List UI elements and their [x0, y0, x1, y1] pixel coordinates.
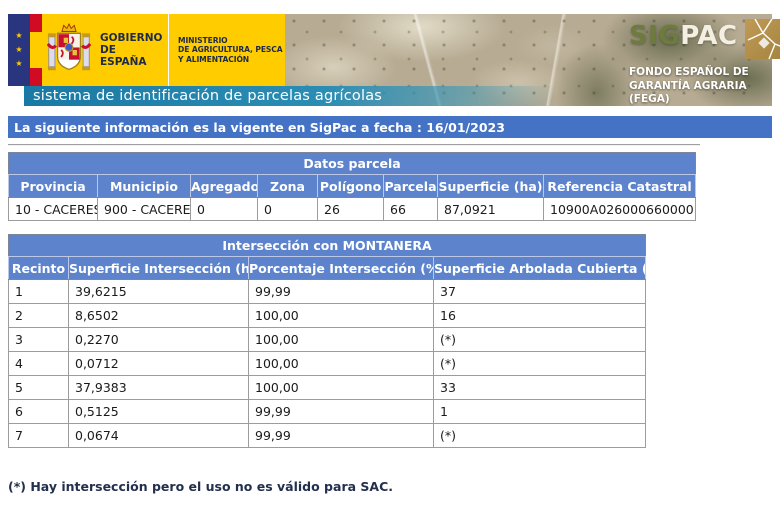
cell: 10900A026000660000ML	[544, 198, 696, 221]
cell: 16	[434, 304, 646, 328]
tagline-bar: sistema de identificación de parcelas ag…	[24, 86, 572, 106]
table-row: 40,0712100,00(*)	[9, 352, 646, 376]
column-header: Superficie (ha)	[438, 175, 544, 198]
cell: 4	[9, 352, 69, 376]
ministerio-label: MINISTERIO DE AGRICULTURA, PESCA Y ALIME…	[169, 36, 283, 65]
cell: 99,99	[249, 280, 434, 304]
table-row: 60,512599,991	[9, 400, 646, 424]
table-row: 28,6502100,0016	[9, 304, 646, 328]
table-title: Datos parcela	[9, 153, 696, 175]
table-row: 30,2270100,00(*)	[9, 328, 646, 352]
cell: 1	[9, 280, 69, 304]
column-header: Porcentaje Intersección (%)	[249, 257, 434, 280]
column-header: Agregado	[191, 175, 258, 198]
spain-flag	[30, 14, 42, 86]
cell: 0,5125	[69, 400, 249, 424]
cell: 100,00	[249, 352, 434, 376]
cell: 100,00	[249, 376, 434, 400]
cell: 37,9383	[69, 376, 249, 400]
cell: 0	[191, 198, 258, 221]
table-body: 139,621599,993728,6502100,001630,2270100…	[9, 280, 646, 448]
column-header: Recinto	[9, 257, 69, 280]
interseccion-montanera-table: Intersección con MONTANERA RecintoSuperf…	[8, 234, 646, 448]
column-header: Parcela	[384, 175, 438, 198]
spain-coat-of-arms-icon	[47, 22, 91, 78]
cell: 6	[9, 400, 69, 424]
datos-parcela-table: Datos parcela ProvinciaMunicipioAgregado…	[8, 152, 696, 221]
cell: 10 - CACERES	[9, 198, 98, 221]
government-identity-block: ★ ★ ★	[8, 14, 285, 86]
table-row: 139,621599,9937	[9, 280, 646, 304]
cell: 87,0921	[438, 198, 544, 221]
column-header: Superficie Intersección (ha)	[69, 257, 249, 280]
cell: (*)	[434, 328, 646, 352]
ministry-banner: GOBIERNO DE ESPAÑA MINISTERIO DE AGRICUL…	[42, 14, 285, 86]
cell: 39,6215	[69, 280, 249, 304]
eu-flag: ★ ★ ★	[8, 14, 30, 86]
column-header: Polígono	[318, 175, 384, 198]
sigpac-parcel-icon	[745, 19, 780, 59]
cell: (*)	[434, 424, 646, 448]
cell: 900 - CACERES	[98, 198, 191, 221]
info-bar: La siguiente información es la vigente e…	[8, 116, 772, 138]
table-row: 70,067499,99(*)	[9, 424, 646, 448]
cell: 0,0674	[69, 424, 249, 448]
table-row: 537,9383100,0033	[9, 376, 646, 400]
column-header: Superficie Arbolada Cubierta (%)	[434, 257, 646, 280]
tagline-text: sistema de identificación de parcelas ag…	[24, 88, 382, 104]
column-header-row: ProvinciaMunicipioAgregadoZonaPolígonoPa…	[9, 175, 696, 198]
eu-star-icon: ★	[15, 60, 22, 68]
cell: 8,6502	[69, 304, 249, 328]
eu-star-icon: ★	[15, 32, 22, 40]
cell: 99,99	[249, 400, 434, 424]
gobierno-label: GOBIERNO DE ESPAÑA	[100, 32, 162, 68]
cell: 99,99	[249, 424, 434, 448]
cell: 1	[434, 400, 646, 424]
cell: (*)	[434, 352, 646, 376]
eu-star-icon: ★	[15, 46, 22, 54]
column-header-row: RecintoSuperficie Intersección (ha)Porce…	[9, 257, 646, 280]
cell: 0,0712	[69, 352, 249, 376]
cell: 66	[384, 198, 438, 221]
table-body: 10 - CACERES900 - CACERES00266687,092110…	[9, 198, 696, 221]
sigpac-wordmark: SIGPAC	[629, 21, 738, 51]
cell: 33	[434, 376, 646, 400]
fega-label: FONDO ESPAÑOL DE GARANTÍA AGRARIA (FEGA)	[629, 66, 779, 107]
cell: 100,00	[249, 328, 434, 352]
cell: 7	[9, 424, 69, 448]
column-header: Provincia	[9, 175, 98, 198]
cell: 26	[318, 198, 384, 221]
table-title: Intersección con MONTANERA	[9, 235, 646, 257]
cell: 0,2270	[69, 328, 249, 352]
column-header: Zona	[258, 175, 318, 198]
cell: 5	[9, 376, 69, 400]
cell: 100,00	[249, 304, 434, 328]
column-header: Referencia Catastral	[544, 175, 696, 198]
info-bar-text: La siguiente información es la vigente e…	[14, 120, 505, 135]
table-row: 10 - CACERES900 - CACERES00266687,092110…	[9, 198, 696, 221]
sigpac-logo-block: SIGPAC FONDO ESPAÑOL DE GARANTÍA AGRARIA…	[629, 21, 779, 107]
header-banner: ★ ★ ★	[8, 14, 772, 106]
cell: 0	[258, 198, 318, 221]
cell: 37	[434, 280, 646, 304]
asterisk-footnote: (*) Hay intersección pero el uso no es v…	[8, 479, 772, 494]
sigpac-report-page: { "header": { "gobierno": ["GOBIERNO", "…	[0, 0, 780, 509]
horizontal-rule	[8, 144, 700, 146]
cell: 3	[9, 328, 69, 352]
column-header: Municipio	[98, 175, 191, 198]
cell: 2	[9, 304, 69, 328]
